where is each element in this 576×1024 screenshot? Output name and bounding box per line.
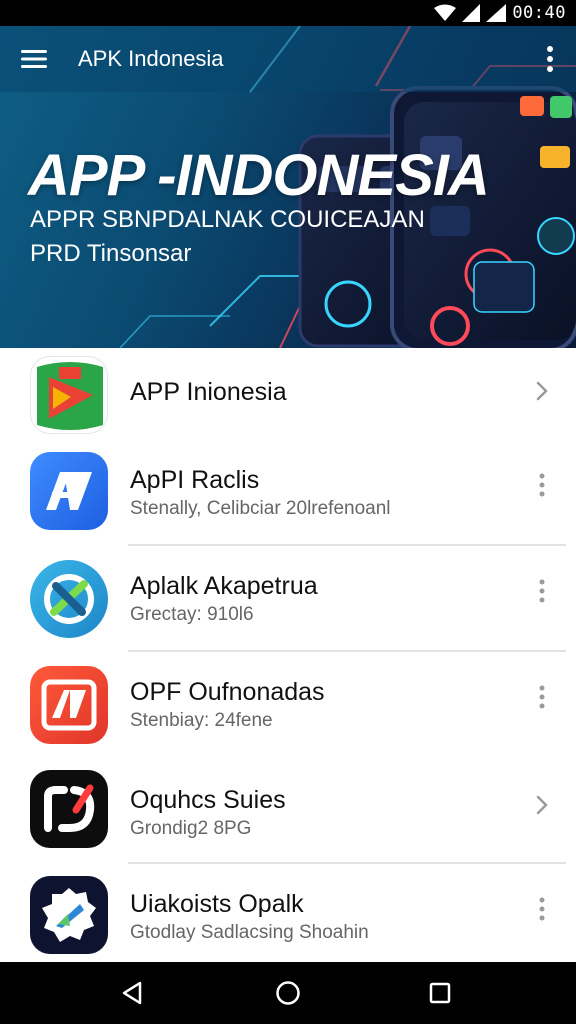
list-item[interactable]: OPF Oufnonadas Stenbiay: 24fene xyxy=(0,652,576,758)
toolbar: APK Indonesia xyxy=(0,26,576,92)
hamburger-menu-icon xyxy=(21,50,47,68)
wifi-icon xyxy=(434,4,457,21)
toolbar-title: APK Indonesia xyxy=(78,46,224,71)
list-item[interactable]: APP Inionesia xyxy=(0,348,576,454)
signal-icon xyxy=(462,4,481,22)
overflow-menu-button[interactable] xyxy=(536,40,564,78)
green-red-play-icon xyxy=(30,356,108,434)
more-vertical-icon[interactable] xyxy=(532,682,552,712)
battery-icon xyxy=(486,4,507,22)
back-button[interactable] xyxy=(110,974,154,1012)
navy-badge-icon xyxy=(30,876,108,954)
status-bar: 00:40 xyxy=(0,0,576,26)
list-item[interactable]: Oquhcs Suies Grondig2 8PG xyxy=(0,758,576,864)
app-name: Oquhcs Suies xyxy=(130,786,286,814)
hero-subtitle-secondary: PRD Tinsonsar xyxy=(30,240,192,267)
more-vertical-icon[interactable] xyxy=(532,470,552,500)
app-name: Aplalk Akapetrua xyxy=(130,572,318,600)
black-rd-icon xyxy=(30,770,108,848)
app-list: APP Inionesia ApPI Raclis Stenally, Celi… xyxy=(0,348,576,962)
app-name: ApPI Raclis xyxy=(130,466,260,494)
more-vertical-icon[interactable] xyxy=(532,894,552,924)
navigation-bar xyxy=(0,962,576,1024)
app-name: APP Inionesia xyxy=(130,378,287,406)
hero-subtitle: APPR SBNPDALNAK COUICEAJAN xyxy=(30,206,425,233)
app-subtitle: Grondig2 8PG xyxy=(130,818,252,839)
list-item[interactable]: ApPI Raclis Stenally, Celibciar 20lrefen… xyxy=(0,440,576,546)
hero-banner: APK Indonesia APP -INDONESIA APPR SBNPDA… xyxy=(0,26,576,348)
menu-button[interactable] xyxy=(14,42,54,76)
list-item[interactable]: Uiakoists Opalk Gtodlay Sadlacsing Shoah… xyxy=(0,864,576,962)
app-name: Uiakoists Opalk xyxy=(130,890,304,918)
app-subtitle: Stenally, Celibciar 20lrefenoanl xyxy=(130,498,391,519)
red-av-icon xyxy=(30,666,108,744)
recents-square-icon xyxy=(429,982,451,1004)
list-item[interactable]: Aplalk Akapetrua Grectay: 910l6 xyxy=(0,546,576,652)
recents-button[interactable] xyxy=(418,974,462,1012)
back-triangle-icon xyxy=(122,981,142,1005)
app-subtitle: Gtodlay Sadlacsing Shoahin xyxy=(130,922,369,943)
blue-av-icon xyxy=(30,452,108,530)
status-time: 00:40 xyxy=(512,3,566,23)
teal-x-icon xyxy=(30,560,108,638)
home-circle-icon xyxy=(276,981,300,1005)
home-button[interactable] xyxy=(266,974,310,1012)
app-name: OPF Oufnonadas xyxy=(130,678,325,706)
app-subtitle: Grectay: 910l6 xyxy=(130,604,254,625)
app-subtitle: Stenbiay: 24fene xyxy=(130,710,273,731)
chevron-right-icon xyxy=(532,790,552,820)
status-icons: 00:40 xyxy=(434,2,566,24)
more-vertical-icon xyxy=(547,46,553,72)
chevron-right-icon xyxy=(532,376,552,406)
more-vertical-icon[interactable] xyxy=(532,576,552,606)
hero-title: APP -INDONESIA xyxy=(28,143,490,208)
